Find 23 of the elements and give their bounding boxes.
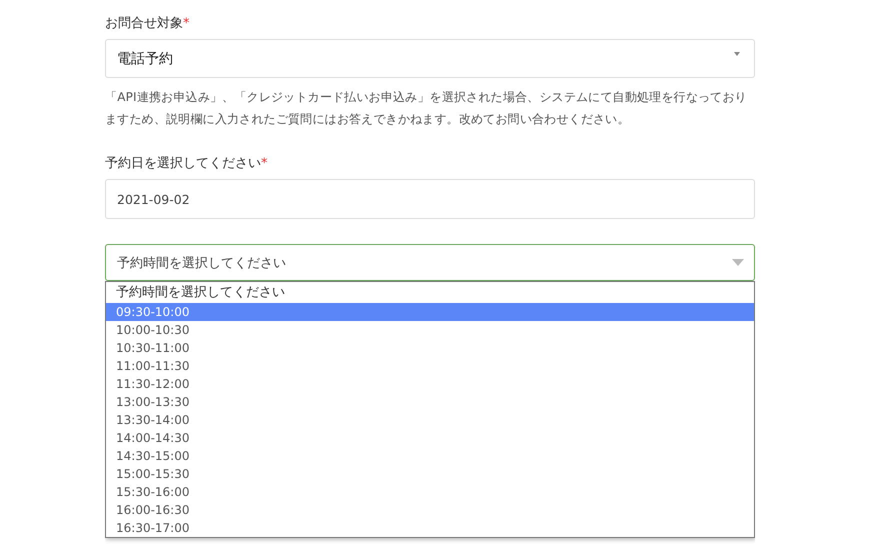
inquiry-select[interactable]: 電話予約 — [105, 39, 755, 78]
required-mark: * — [261, 156, 268, 171]
dropdown-option[interactable]: 14:30-15:00 — [106, 447, 754, 465]
dropdown-option[interactable]: 13:00-13:30 — [106, 393, 754, 411]
dropdown-option[interactable]: 10:00-10:30 — [106, 321, 754, 339]
dropdown-option[interactable]: 予約時間を選択してください — [106, 282, 754, 303]
dropdown-option[interactable]: 15:30-16:00 — [106, 483, 754, 501]
caret-icon — [734, 52, 740, 56]
dropdown-option[interactable]: 14:00-14:30 — [106, 429, 754, 447]
dropdown-option[interactable]: 15:00-15:30 — [106, 465, 754, 483]
date-field[interactable]: 2021-09-02 — [105, 179, 755, 219]
caret-icon — [732, 259, 744, 266]
dropdown-option[interactable]: 16:30-17:00 — [106, 519, 754, 537]
dropdown-option[interactable]: 11:00-11:30 — [106, 357, 754, 375]
time-select[interactable]: 予約時間を選択してください — [105, 244, 755, 281]
dropdown-option[interactable]: 11:30-12:00 — [106, 375, 754, 393]
required-mark: * — [183, 16, 190, 31]
dropdown-option[interactable]: 10:30-11:00 — [106, 339, 754, 357]
field-label: 予約日を選択してください — [105, 156, 261, 171]
dropdown-option[interactable]: 16:00-16:30 — [106, 501, 754, 519]
help-text: 「API連携お申込み」、「クレジットカード払いお申込み」を選択された場合、システムにて自動処理を行なっておりますため、説明欄に入力されたご質問にはお答えできかねます。改めてお問い合わせください。 — [105, 89, 748, 128]
field-label: お問合せ対象 — [105, 16, 183, 31]
dropdown-option[interactable]: 13:30-14:00 — [106, 411, 754, 429]
